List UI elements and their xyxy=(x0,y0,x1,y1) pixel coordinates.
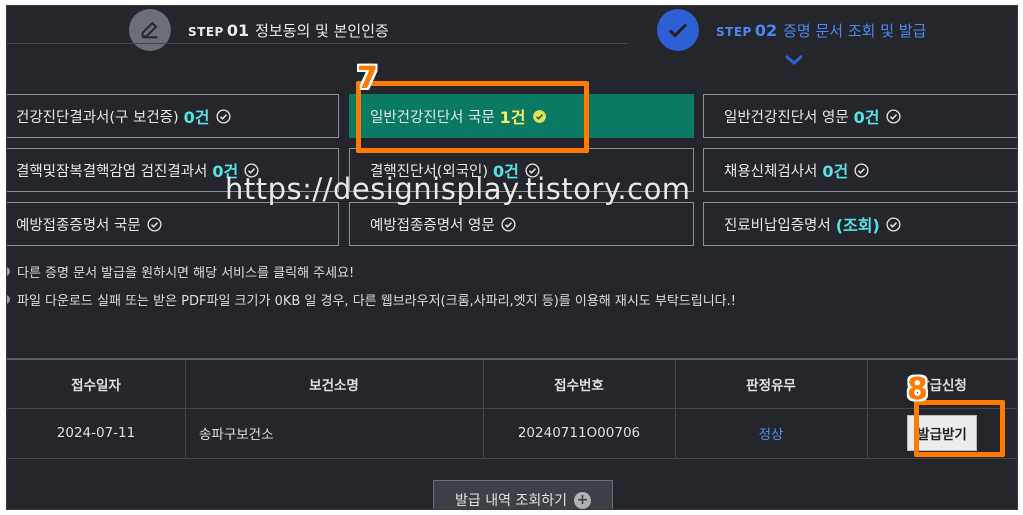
cert-vaccination-english[interactable]: 예방접종증명서 영문 xyxy=(349,202,694,246)
td-receipt: 20240711O00706 xyxy=(517,425,641,441)
bullet-icon xyxy=(7,267,10,276)
cert-health-result[interactable]: 건강진단결과서(구 보건증) 0건 xyxy=(7,94,339,138)
step-1: STEP 01 정보동의 및 본인인증 xyxy=(129,9,389,51)
app-frame: STEP 01 정보동의 및 본인인증 STEP 02 증명 문서 조회 및 발급 건강… xyxy=(6,5,1018,510)
td-result: 정상 xyxy=(675,408,867,458)
td-date: 2024-07-11 xyxy=(56,425,136,441)
step-marker-8: 8 xyxy=(907,372,928,407)
check-icon xyxy=(657,9,699,51)
chevron-down-icon xyxy=(785,54,803,65)
check-circle-icon xyxy=(885,108,901,124)
table-bottom-border xyxy=(7,458,1017,459)
step-1-title: 정보동의 및 본인인증 xyxy=(255,21,389,40)
step-2: STEP 02 증명 문서 조회 및 발급 xyxy=(657,9,926,51)
cert-label: 예방접종증명서 국문 xyxy=(16,217,141,234)
cert-vaccination-korean[interactable]: 예방접종증명서 국문 xyxy=(7,202,339,246)
issue-history-label: 발급 내역 조회하기 xyxy=(455,493,567,509)
check-circle-icon xyxy=(501,216,516,232)
step-1-small: STEP xyxy=(188,24,224,39)
notice-other-docs: 다른 증명 문서 발급을 원하시면 해당 서비스를 클릭해 주세요! xyxy=(7,262,355,281)
cert-general-english[interactable]: 일반건강진단서 영문 0건 xyxy=(703,94,1017,138)
notice-text: 다른 증명 문서 발급을 원하시면 해당 서비스를 클릭해 주세요! xyxy=(17,266,355,281)
notice-download-fail: 파일 다운로드 실패 또는 받은 PDF파일 크기가 0KB 일 경우, 다른 … xyxy=(7,290,736,309)
step-2-title: 증명 문서 조회 및 발급 xyxy=(783,21,927,40)
watermark: https://designisplay.tistory.com xyxy=(225,172,691,206)
check-circle-icon xyxy=(886,216,901,232)
bullet-icon xyxy=(7,295,10,304)
cert-label: 결핵및잠복결핵감염 검진결과서 xyxy=(16,163,208,180)
th-date: 접수일자 xyxy=(71,378,121,394)
plus-icon: + xyxy=(573,491,591,509)
step-divider xyxy=(7,43,627,44)
cert-label: 채용신체검사서 xyxy=(724,163,818,180)
th-result: 판정유무 xyxy=(746,378,796,394)
notice-text: 파일 다운로드 실패 또는 받은 PDF파일 크기가 0KB 일 경우, 다른 … xyxy=(17,294,736,309)
step-1-label: STEP 01 정보동의 및 본인인증 xyxy=(188,20,389,41)
cert-count: (조회) xyxy=(835,216,880,235)
check-circle-icon xyxy=(147,216,162,232)
step-2-label: STEP 02 증명 문서 조회 및 발급 xyxy=(716,20,926,41)
pencil-icon xyxy=(129,9,171,51)
th-center: 보건소명 xyxy=(309,378,359,394)
cert-label: 진료비납입증명서 xyxy=(724,217,831,234)
cert-label: 예방접종증명서 영문 xyxy=(370,217,495,234)
th-receipt: 접수번호 xyxy=(554,378,604,394)
highlight-box-7 xyxy=(356,81,589,153)
step-marker-7: 7 xyxy=(357,61,378,96)
issue-history-button[interactable]: 발급 내역 조회하기 + xyxy=(433,480,613,509)
check-circle-icon xyxy=(854,162,869,178)
cert-medical-payment[interactable]: 진료비납입증명서 (조회) xyxy=(703,202,1017,246)
step-1-num: 01 xyxy=(226,20,250,40)
highlight-box-8 xyxy=(914,400,1005,457)
cert-label: 일반건강진단서 영문 xyxy=(724,109,849,126)
step-2-small: STEP xyxy=(716,24,752,39)
cert-count: 0건 xyxy=(183,108,210,127)
td-center: 송파구보건소 xyxy=(199,427,274,443)
check-circle-icon xyxy=(215,108,231,124)
result-status: 정상 xyxy=(758,427,784,443)
cert-employment-physical[interactable]: 채용신체검사서 0건 xyxy=(703,148,1017,192)
cert-count: 0건 xyxy=(853,108,880,127)
cert-count: 0건 xyxy=(822,162,849,181)
step-2-num: 02 xyxy=(754,20,778,40)
cert-label: 건강진단결과서(구 보건증) xyxy=(16,109,179,126)
